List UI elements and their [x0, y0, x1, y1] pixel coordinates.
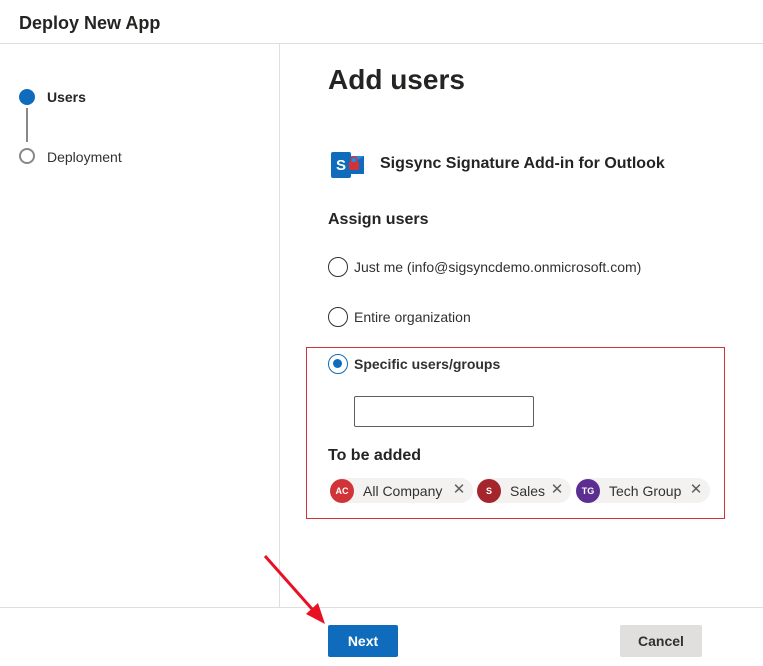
- footer-divider: [0, 607, 763, 608]
- step-users-label[interactable]: Users: [47, 89, 86, 105]
- chip-label: Tech Group: [609, 482, 682, 499]
- panel-title: Deploy New App: [19, 13, 161, 33]
- remove-tech-group-icon[interactable]: ✕: [688, 481, 704, 499]
- chip-all-company: AC All Company ✕: [330, 478, 473, 503]
- next-button[interactable]: Next: [328, 625, 398, 657]
- step-deployment-label[interactable]: Deployment: [47, 149, 122, 165]
- svg-text:S: S: [336, 157, 346, 174]
- radio-specific-users[interactable]: [328, 354, 348, 374]
- step-users-indicator-icon: [19, 89, 35, 105]
- remove-sales-icon[interactable]: ✕: [549, 481, 565, 499]
- step-connector: [26, 108, 28, 142]
- radio-entire-organization[interactable]: [328, 307, 348, 327]
- page-title: Add users: [328, 64, 465, 95]
- option-entire-organization-label: Entire organization: [354, 309, 471, 325]
- chip-tech-group: TG Tech Group ✕: [576, 478, 710, 503]
- avatar: S: [477, 478, 501, 503]
- chip-sales: S Sales ✕: [477, 478, 571, 503]
- stepper-pane: Users Deployment: [0, 44, 280, 607]
- panel-header: Deploy New App: [0, 0, 763, 44]
- option-specific-users-label: Specific users/groups: [354, 356, 501, 372]
- step-deployment-indicator-icon: [19, 148, 35, 164]
- user-search-input[interactable]: [354, 396, 534, 427]
- option-entire-organization[interactable]: Entire organization: [328, 306, 471, 328]
- cancel-button[interactable]: Cancel: [620, 625, 702, 657]
- radio-just-me[interactable]: [328, 257, 348, 277]
- app-name: Sigsync Signature Add-in for Outlook: [380, 155, 665, 172]
- chip-label: Sales: [510, 482, 546, 499]
- chip-label: All Company: [363, 482, 443, 499]
- avatar: TG: [576, 478, 600, 503]
- sigsync-app-icon: S: [331, 152, 364, 178]
- option-just-me[interactable]: Just me (info@sigsyncdemo.onmicrosoft.co…: [328, 256, 641, 278]
- option-just-me-label: Just me (info@sigsyncdemo.onmicrosoft.co…: [354, 259, 642, 275]
- avatar: AC: [330, 478, 354, 503]
- option-specific-users[interactable]: Specific users/groups: [328, 353, 500, 375]
- to-be-added-heading: To be added: [328, 447, 422, 464]
- assign-users-heading: Assign users: [328, 211, 429, 228]
- remove-all-company-icon[interactable]: ✕: [451, 481, 467, 499]
